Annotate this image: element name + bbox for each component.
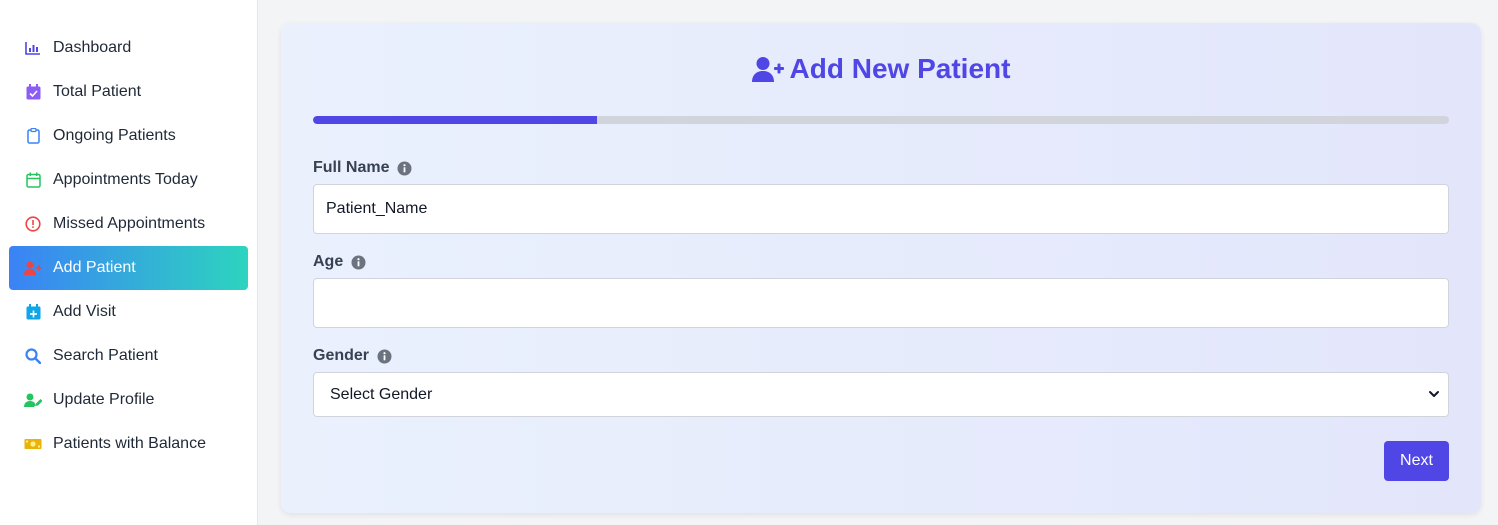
- sidebar-item-label: Total Patient: [53, 83, 142, 100]
- sidebar-item-add-patient[interactable]: Add Patient: [9, 246, 248, 290]
- user-edit-icon: [24, 391, 42, 409]
- gender-label-text: Gender: [313, 347, 370, 364]
- sidebar-item-add-visit[interactable]: Add Visit: [9, 290, 248, 334]
- sidebar-item-patients-with-balance[interactable]: Patients with Balance: [9, 422, 248, 466]
- age-label: Age: [313, 253, 366, 271]
- sidebar-item-update-profile[interactable]: Update Profile: [9, 378, 248, 422]
- sidebar-item-label: Update Profile: [53, 391, 155, 408]
- page-title-text: Add New Patient: [789, 53, 1011, 84]
- sidebar-item-label: Missed Appointments: [53, 215, 206, 232]
- add-patient-card: Add New Patient Full Name Age Gender Sel…: [281, 23, 1481, 513]
- age-label-text: Age: [313, 253, 344, 270]
- sidebar-item-label: Add Visit: [53, 303, 116, 320]
- sidebar-item-search-patient[interactable]: Search Patient: [9, 334, 248, 378]
- info-icon[interactable]: [397, 161, 412, 176]
- progress-bar: [313, 116, 1449, 124]
- full-name-label-text: Full Name: [313, 159, 390, 176]
- sidebar-item-label: Search Patient: [53, 347, 158, 364]
- age-input[interactable]: [313, 278, 1449, 328]
- info-icon[interactable]: [351, 255, 366, 270]
- sidebar-item-label: Ongoing Patients: [53, 127, 176, 144]
- user-plus-icon: [751, 56, 784, 82]
- gender-select-value: Select Gender: [330, 385, 433, 403]
- page-title: Add New Patient: [281, 53, 1481, 85]
- sidebar-item-missed-appointments[interactable]: Missed Appointments: [9, 202, 248, 246]
- sidebar-item-label: Dashboard: [53, 39, 132, 56]
- sidebar-item-ongoing-patients[interactable]: Ongoing Patients: [9, 114, 248, 158]
- sidebar-item-label: Add Patient: [53, 259, 136, 276]
- sidebar-item-dashboard[interactable]: Dashboard: [9, 26, 248, 70]
- clipboard-icon: [24, 127, 42, 145]
- sidebar-item-label: Appointments Today: [53, 171, 198, 188]
- calendar-plus-icon: [24, 303, 42, 321]
- exclamation-circle-icon: [24, 215, 42, 233]
- user-plus-icon: [24, 259, 42, 277]
- calendar-check-icon: [24, 83, 42, 101]
- next-button[interactable]: Next: [1384, 441, 1449, 481]
- chart-bar-icon: [24, 39, 42, 57]
- progress-fill: [313, 116, 597, 124]
- chevron-down-icon: [1428, 387, 1440, 406]
- sidebar: Dashboard Total Patient Ongoing Patients…: [0, 0, 258, 525]
- gender-label: Gender: [313, 347, 392, 365]
- sidebar-item-label: Patients with Balance: [53, 435, 206, 452]
- calendar-icon: [24, 171, 42, 189]
- full-name-input[interactable]: [313, 184, 1449, 234]
- info-icon[interactable]: [377, 349, 392, 364]
- money-bill-icon: [24, 435, 42, 453]
- gender-select[interactable]: Select Gender: [313, 372, 1449, 417]
- sidebar-item-appointments-today[interactable]: Appointments Today: [9, 158, 248, 202]
- sidebar-item-total-patient[interactable]: Total Patient: [9, 70, 248, 114]
- search-icon: [24, 347, 42, 365]
- full-name-label: Full Name: [313, 159, 412, 177]
